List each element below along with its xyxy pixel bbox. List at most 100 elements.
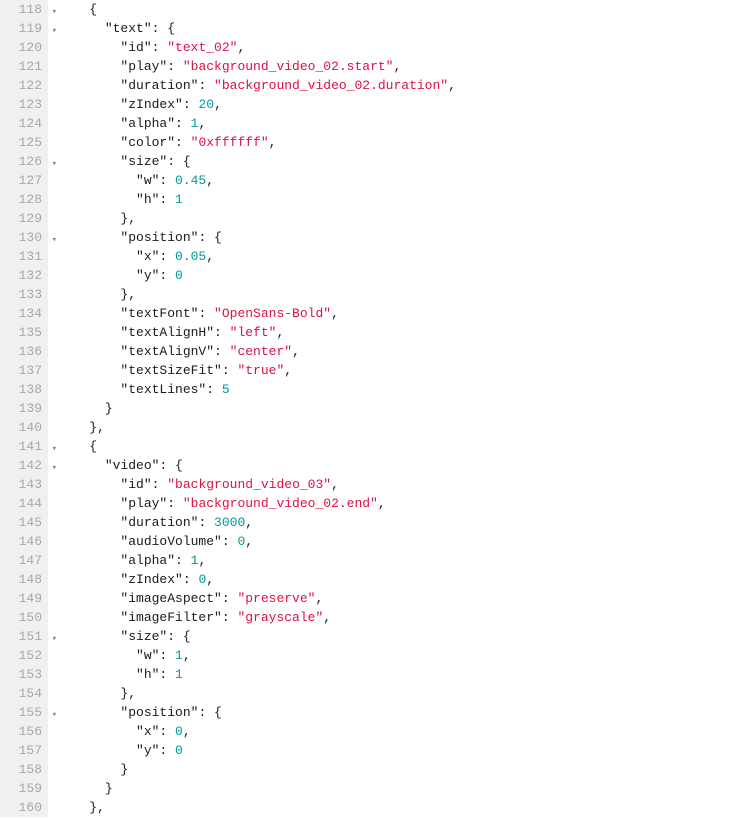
code-line[interactable]: "textAlignH": "left", (58, 323, 748, 342)
line-number: 134 (0, 304, 48, 323)
code-line[interactable]: "position": { (58, 703, 748, 722)
fold-toggle-icon[interactable]: ▾ (52, 22, 57, 41)
code-line[interactable]: "video": { (58, 456, 748, 475)
code-line[interactable]: "w": 1, (58, 646, 748, 665)
code-line[interactable]: "y": 0 (58, 741, 748, 760)
string-token: "true" (237, 363, 284, 378)
key-token: "duration" (120, 515, 198, 530)
code-line[interactable]: "play": "background_video_02.start", (58, 57, 748, 76)
line-number: 143 (0, 475, 48, 494)
key-token: "zIndex" (120, 97, 182, 112)
code-line[interactable]: "duration": 3000, (58, 513, 748, 532)
fold-toggle-icon[interactable]: ▾ (52, 155, 57, 174)
fold-toggle-icon[interactable]: ▾ (52, 706, 57, 725)
punct-token: : (222, 534, 238, 549)
punct-token: : (159, 743, 175, 758)
code-line[interactable]: } (58, 760, 748, 779)
punct-token: : (222, 610, 238, 625)
code-line[interactable]: "zIndex": 20, (58, 95, 748, 114)
fold-toggle-icon[interactable]: ▾ (52, 3, 57, 22)
code-line[interactable]: "position": { (58, 228, 748, 247)
line-number: 130▾ (0, 228, 48, 247)
key-token: "size" (120, 154, 167, 169)
code-line[interactable]: { (58, 0, 748, 19)
code-line[interactable]: }, (58, 209, 748, 228)
punct-token: , (198, 553, 206, 568)
fold-toggle-icon[interactable]: ▾ (52, 459, 57, 478)
punct-token: , (245, 534, 253, 549)
line-number: 141▾ (0, 437, 48, 456)
code-line[interactable]: "alpha": 1, (58, 114, 748, 133)
code-line[interactable]: "id": "background_video_03", (58, 475, 748, 494)
line-number: 151▾ (0, 627, 48, 646)
fold-toggle-icon[interactable]: ▾ (52, 231, 57, 250)
code-line[interactable]: "size": { (58, 152, 748, 171)
line-number: 132 (0, 266, 48, 285)
code-line[interactable]: "textFont": "OpenSans-Bold", (58, 304, 748, 323)
number-token: 1 (175, 648, 183, 663)
punct-token: { (89, 2, 97, 17)
code-line[interactable]: "audioVolume": 0, (58, 532, 748, 551)
code-area[interactable]: { "text": { "id": "text_02", "play": "ba… (48, 0, 748, 817)
code-line[interactable]: "duration": "background_video_02.duratio… (58, 76, 748, 95)
punct-token: : { (152, 21, 175, 36)
code-line[interactable]: { (58, 437, 748, 456)
key-token: "h" (136, 192, 159, 207)
punct-token: : (222, 591, 238, 606)
code-line[interactable]: "imageAspect": "preserve", (58, 589, 748, 608)
code-line[interactable]: "x": 0.05, (58, 247, 748, 266)
string-token: "background_video_03" (167, 477, 331, 492)
code-line[interactable]: }, (58, 684, 748, 703)
code-line[interactable]: } (58, 779, 748, 798)
code-line[interactable]: }, (58, 418, 748, 437)
punct-token: : (214, 325, 230, 340)
key-token: "w" (136, 173, 159, 188)
fold-toggle-icon[interactable]: ▾ (52, 630, 57, 649)
code-line[interactable]: "alpha": 1, (58, 551, 748, 570)
code-line[interactable]: "textLines": 5 (58, 380, 748, 399)
code-line[interactable]: "h": 1 (58, 665, 748, 684)
code-line[interactable]: }, (58, 798, 748, 817)
code-line[interactable]: "y": 0 (58, 266, 748, 285)
punct-token: : (198, 515, 214, 530)
line-number: 139 (0, 399, 48, 418)
code-line[interactable]: "textSizeFit": "true", (58, 361, 748, 380)
number-token: 20 (198, 97, 214, 112)
punct-token: } (105, 781, 113, 796)
punct-token: , (292, 344, 300, 359)
code-line[interactable]: } (58, 399, 748, 418)
code-line[interactable]: "color": "0xffffff", (58, 133, 748, 152)
punct-token: , (276, 325, 284, 340)
punct-token: { (89, 439, 97, 454)
line-number: 136 (0, 342, 48, 361)
punct-token: }, (89, 800, 105, 815)
punct-token: }, (120, 686, 136, 701)
code-line[interactable]: "textAlignV": "center", (58, 342, 748, 361)
punct-token: : { (167, 154, 190, 169)
key-token: "alpha" (120, 553, 175, 568)
key-token: "duration" (120, 78, 198, 93)
fold-toggle-icon[interactable]: ▾ (52, 440, 57, 459)
line-number: 158 (0, 760, 48, 779)
punct-token: , (393, 59, 401, 74)
code-line[interactable]: "size": { (58, 627, 748, 646)
code-line[interactable]: "imageFilter": "grayscale", (58, 608, 748, 627)
code-line[interactable]: "id": "text_02", (58, 38, 748, 57)
line-number: 129 (0, 209, 48, 228)
code-line[interactable]: }, (58, 285, 748, 304)
string-token: "center" (230, 344, 292, 359)
code-line[interactable]: "text": { (58, 19, 748, 38)
punct-token: , (206, 572, 214, 587)
key-token: "textAlignH" (120, 325, 214, 340)
key-token: "imageFilter" (120, 610, 221, 625)
string-token: "background_video_02.start" (183, 59, 394, 74)
key-token: "position" (120, 230, 198, 245)
code-line[interactable]: "x": 0, (58, 722, 748, 741)
code-line[interactable]: "h": 1 (58, 190, 748, 209)
code-line[interactable]: "play": "background_video_02.end", (58, 494, 748, 513)
code-line[interactable]: "w": 0.45, (58, 171, 748, 190)
line-number: 153 (0, 665, 48, 684)
code-line[interactable]: "zIndex": 0, (58, 570, 748, 589)
line-number: 144 (0, 494, 48, 513)
punct-token: , (198, 116, 206, 131)
